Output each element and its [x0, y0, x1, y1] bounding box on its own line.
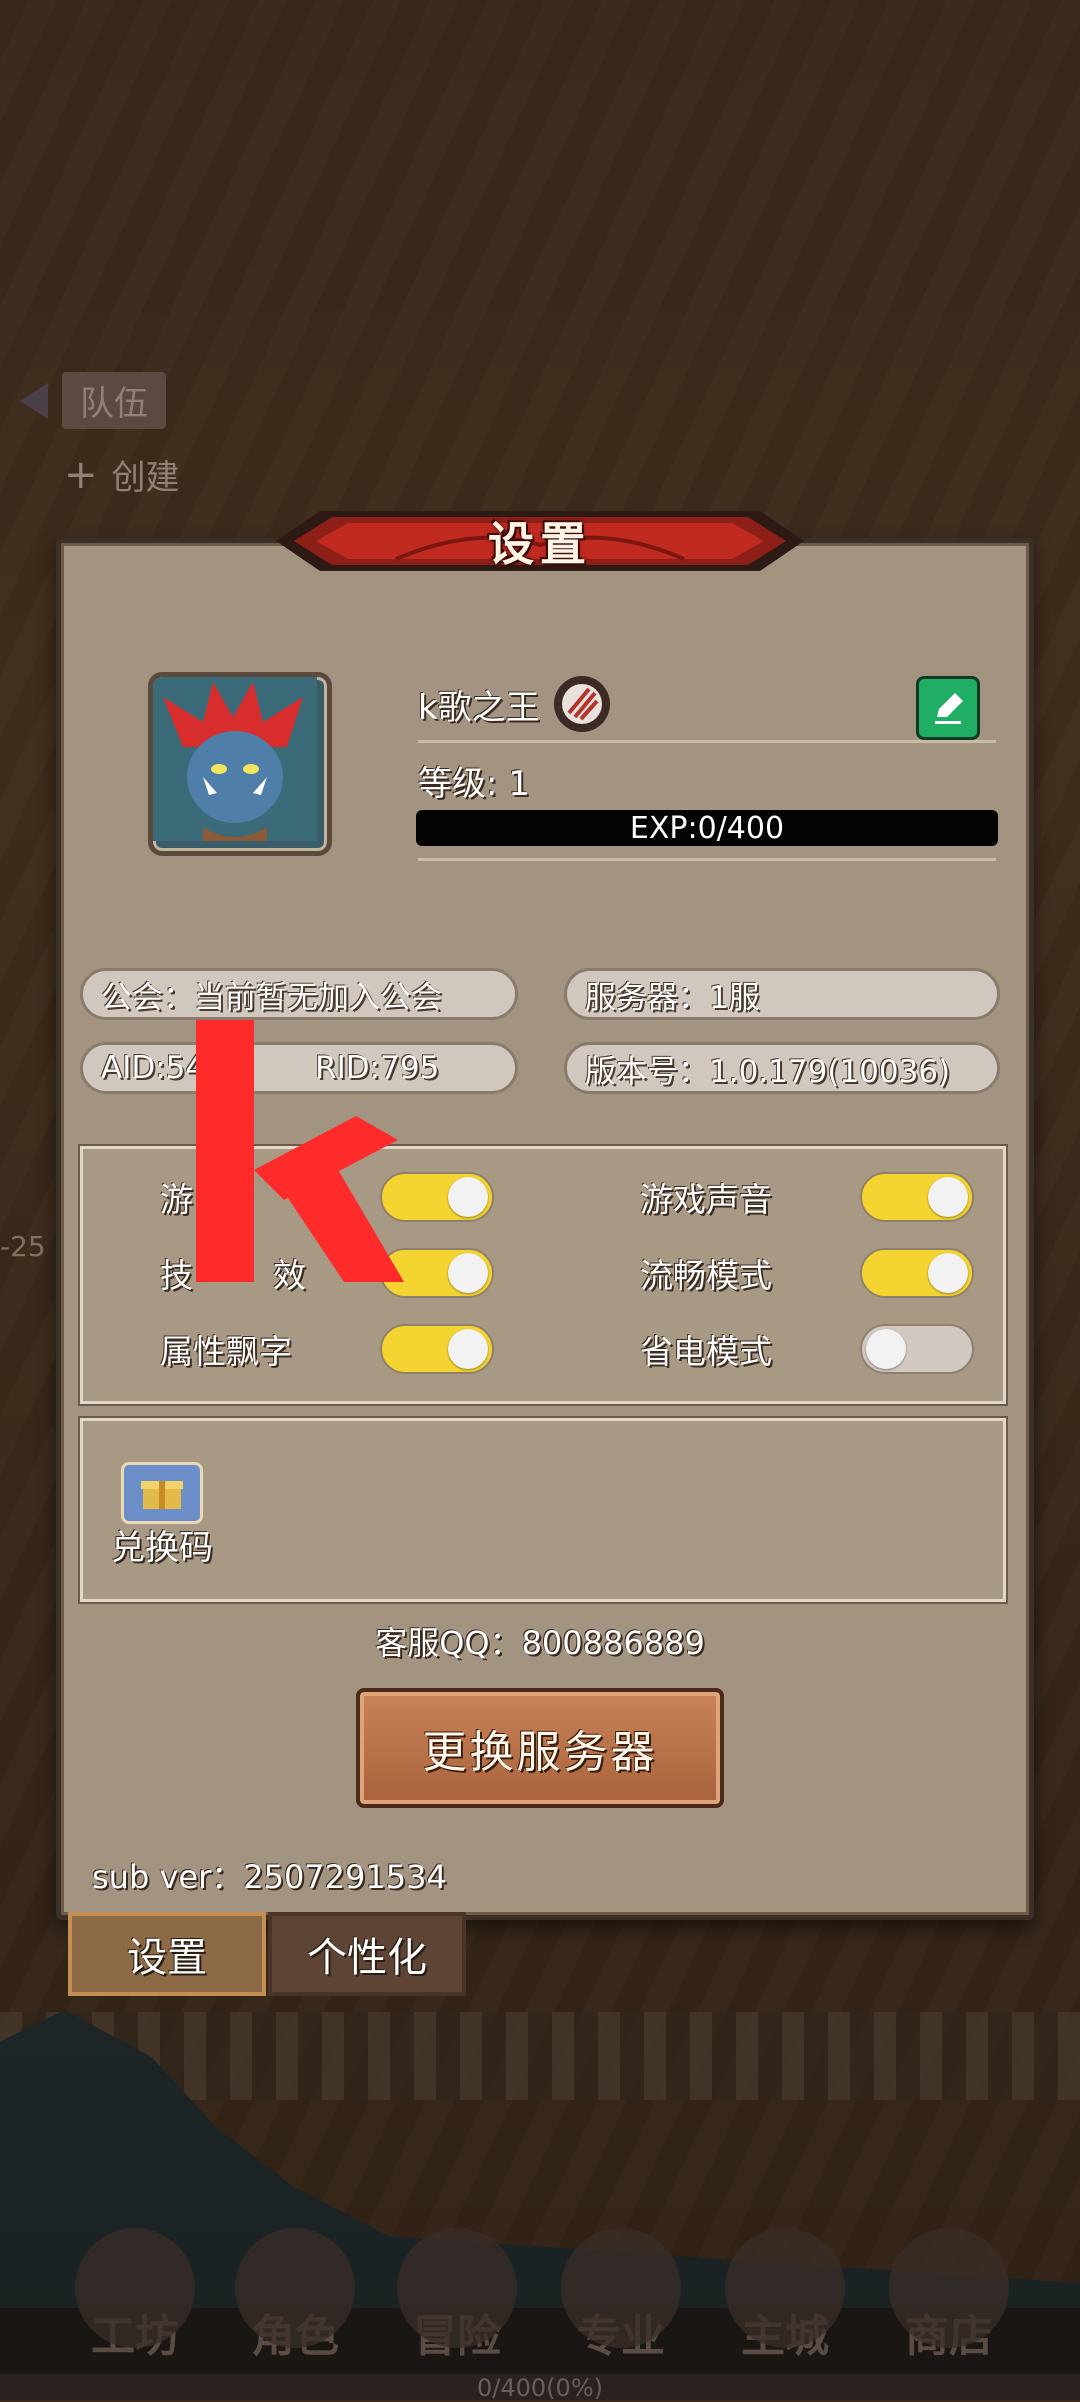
team-label: 队伍 [62, 372, 166, 429]
nav-item-shop[interactable]: 商店 [874, 2228, 1024, 2364]
troll-portrait-icon [153, 677, 317, 841]
guild-info: 公会：当前暂无加入公会 [80, 968, 518, 1020]
edit-name-button[interactable] [916, 676, 980, 740]
title-badge-icon[interactable] [553, 676, 610, 732]
smooth-label: 流畅模式 [640, 1256, 772, 1295]
tab-personalize[interactable]: 个性化 [268, 1912, 466, 1996]
dialog-title: 设置 [488, 517, 592, 571]
castle-icon [725, 2228, 845, 2348]
create-label: 创建 [111, 458, 180, 498]
redeem-code-button[interactable]: 兑换码 [100, 1462, 224, 1569]
redeem-label: 兑换码 [111, 1528, 213, 1568]
power-save-label: 省电模式 [640, 1332, 772, 1371]
k-letter-icon [196, 1020, 404, 1282]
name-row: k歌之王 [418, 676, 610, 732]
title-banner: 设置 [276, 495, 804, 587]
team-collapse-button[interactable]: 队伍 [20, 372, 166, 429]
shop-icon [889, 2228, 1009, 2348]
name-divider [418, 740, 996, 743]
toggle-row-smooth: 流畅模式 [640, 1248, 974, 1298]
player-name: k歌之王 [418, 687, 540, 728]
create-team-button[interactable]: + 创建 [64, 450, 180, 499]
nav-item-profession[interactable]: 专业 [546, 2228, 696, 2364]
profession-icon [561, 2228, 681, 2348]
nav-item-workshop[interactable]: 工坊 [60, 2228, 210, 2364]
damage-text-label: 属性飘字 [160, 1332, 292, 1371]
player-level: 等级: 1 [418, 764, 530, 804]
workshop-icon [75, 2228, 195, 2348]
version-info: 版本号：1.0.179(10036) [564, 1042, 1000, 1094]
toggle-row-damage-text: 属性飘字 [160, 1324, 494, 1374]
adventure-icon [397, 2228, 517, 2348]
character-icon [235, 2228, 355, 2348]
customer-service-qq: 客服QQ：800886889 [375, 1624, 705, 1662]
nav-item-character[interactable]: 角色 [220, 2228, 370, 2364]
nav-item-main-city[interactable]: 主城 [710, 2228, 860, 2364]
damage-text-toggle[interactable] [380, 1324, 494, 1374]
sound-label: 游戏声音 [640, 1180, 772, 1219]
exp-bar: EXP:0/400 [416, 810, 998, 846]
toggle-row-sound: 游戏声音 [640, 1172, 974, 1222]
plus-icon: + [64, 451, 98, 498]
gift-chest-icon [121, 1462, 203, 1524]
red-k-overlay [180, 1020, 410, 1290]
toggle-row-power-save: 省电模式 [640, 1324, 974, 1374]
change-server-button[interactable]: 更换服务器 [356, 1688, 724, 1808]
exp-text: EXP:0/400 [629, 810, 785, 846]
side-number: -25 [0, 1230, 46, 1263]
server-info: 服务器：1服 [564, 968, 1000, 1020]
exp-divider [418, 858, 996, 861]
collapse-arrow-icon [20, 382, 48, 419]
sound-toggle[interactable] [860, 1172, 974, 1222]
sub-version: sub ver：2507291534 [92, 1858, 447, 1896]
tab-settings[interactable]: 设置 [68, 1912, 266, 1996]
nav-item-adventure[interactable]: 冒险 [382, 2228, 532, 2364]
bottom-progress: 0/400(0%) [0, 2374, 1080, 2402]
player-avatar[interactable] [148, 672, 332, 856]
pencil-icon [935, 693, 963, 724]
smooth-toggle[interactable] [860, 1248, 974, 1298]
power-save-toggle[interactable] [860, 1324, 974, 1374]
